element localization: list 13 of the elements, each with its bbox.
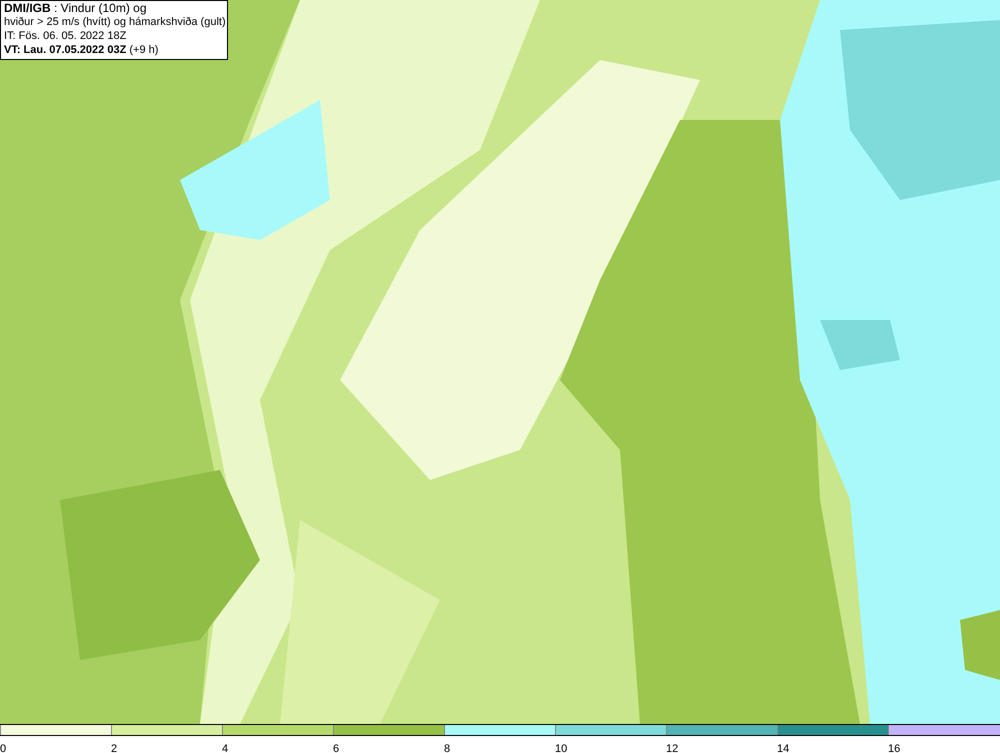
legend-tick-label: 16 (888, 743, 900, 753)
header-text: IT: Fös. 06. 05. 2022 18Z (4, 29, 128, 43)
legend-tick-label: 2 (111, 743, 118, 753)
legend-tick-label: 12 (666, 743, 678, 753)
legend-tick-label: 4 (222, 743, 228, 753)
legend-tick-label: 10 (555, 743, 568, 753)
legend-tick-label: 8 (444, 743, 450, 753)
legend-tick-label: 14 (777, 743, 790, 753)
header-text: hviður > 25 m/s (hvítt) og hámarkshviða (gult) (4, 15, 224, 29)
header-text: VT: Lau. 07.05.2022 03Z (+9 h) (4, 43, 160, 57)
legend-tick-label: 6 (333, 743, 340, 753)
legend-tick-label: 0 (0, 743, 6, 753)
header-text: DMI/IGB : Vindur (10m) og (4, 1, 148, 15)
